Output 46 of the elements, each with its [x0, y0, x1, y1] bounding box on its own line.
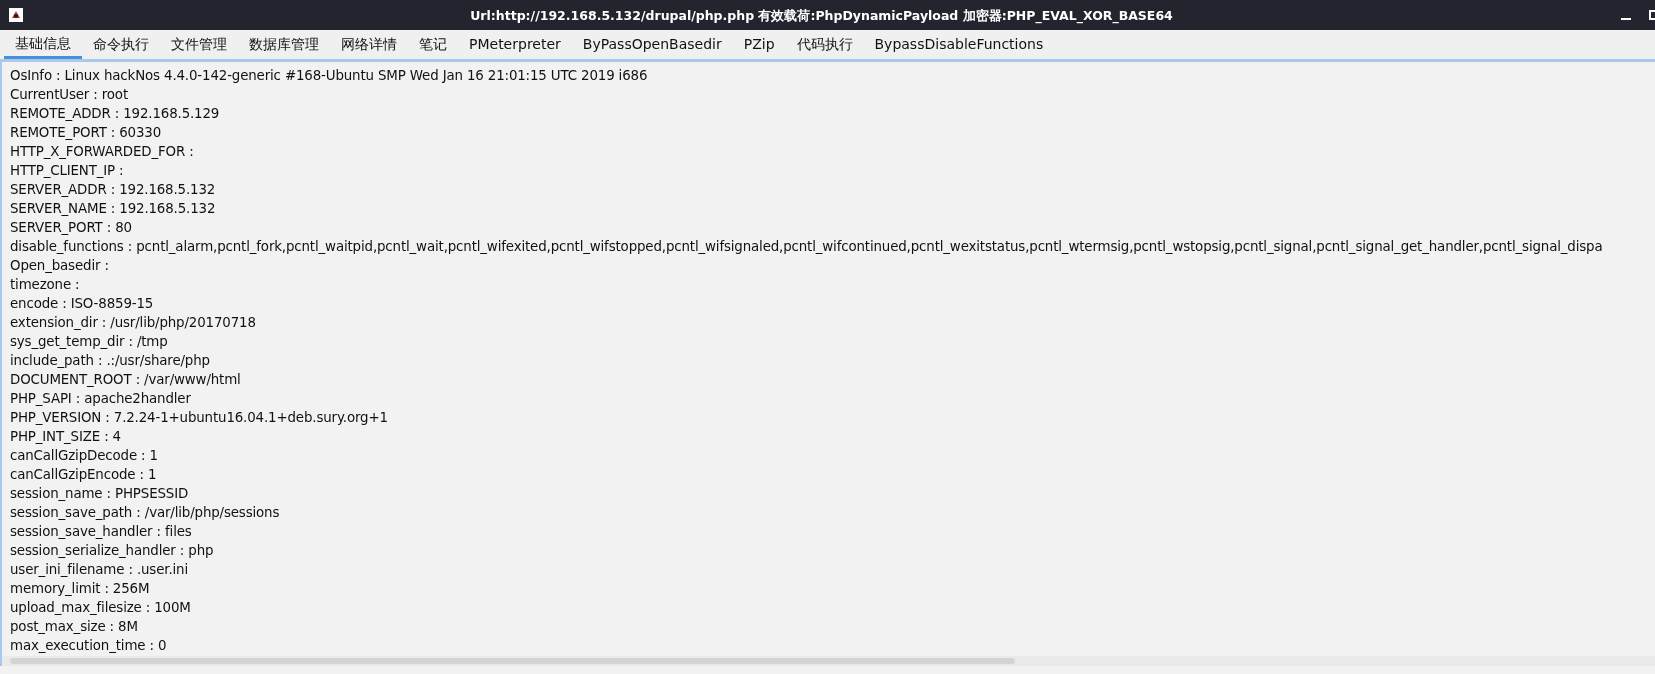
info-line: canCallGzipEncode : 1: [10, 467, 157, 482]
tab[interactable]: 文件管理: [160, 30, 238, 59]
info-line: max_execution_time : 0: [10, 638, 167, 653]
info-line: REMOTE_ADDR : 192.168.5.129: [10, 106, 220, 121]
info-line: extension_dir : /usr/lib/php/20170718: [10, 315, 256, 330]
info-line: HTTP_CLIENT_IP :: [10, 163, 124, 178]
info-line: session_save_path : /var/lib/php/sessions: [10, 505, 280, 520]
info-line: PHP_SAPI : apache2handler: [10, 391, 191, 406]
info-line: session_name : PHPSESSID: [10, 486, 189, 501]
tab[interactable]: 网络详情: [330, 30, 408, 59]
tab[interactable]: 数据库管理: [238, 30, 330, 59]
info-line: HTTP_X_FORWARDED_FOR :: [10, 144, 194, 159]
maximize-icon[interactable]: [1649, 8, 1655, 22]
info-line: SERVER_NAME : 192.168.5.132: [10, 201, 216, 216]
info-line: CurrentUser : root: [10, 87, 128, 102]
tab[interactable]: 代码执行: [785, 30, 864, 59]
info-line: SERVER_PORT : 80: [10, 220, 132, 235]
info-line: timezone :: [10, 277, 80, 292]
window-title: Url:http://192.168.5.132/drupal/php.php 有效载荷:PhpDynamicPayload 加密器:PHP_EVAL_XOR_BASE64: [470, 8, 1173, 23]
tab[interactable]: 笔记: [408, 30, 458, 59]
info-line: include_path : .:/usr/share/php: [10, 353, 210, 368]
info-line: OsInfo : Linux hackNos 4.4.0-142-generic #168-Ubuntu SMP Wed Jan 16 21:01:15 UTC 2019 i686: [10, 68, 648, 83]
info-line: PHP_VERSION : 7.2.24-1+ubuntu16.04.1+deb.sury.org+1: [10, 410, 388, 425]
info-line: session_save_handler : files: [10, 524, 192, 539]
info-line: SERVER_ADDR : 192.168.5.132: [10, 182, 216, 197]
tab[interactable]: PMeterpreter: [458, 30, 572, 59]
info-line: DOCUMENT_ROOT : /var/www/html: [10, 372, 241, 387]
info-line: upload_max_filesize : 100M: [10, 600, 191, 615]
info-line: user_ini_filename : .user.ini: [10, 562, 188, 577]
info-line: post_max_size : 8M: [10, 619, 138, 634]
info-line: sys_get_temp_dir : /tmp: [10, 334, 168, 349]
app-icon: [8, 7, 24, 23]
info-line: Open_basedir :: [10, 258, 109, 273]
info-line: memory_limit : 256M: [10, 581, 150, 596]
info-line: PHP_INT_SIZE : 4: [10, 429, 121, 444]
info-line: REMOTE_PORT : 60330: [10, 125, 162, 140]
info-line: disable_functions : pcntl_alarm,pcntl_fork,pcntl_waitpid,pcntl_wait,pcntl_wifexited,pcntl_wifstopped,pcntl_wifsignaled,pcntl_wifcontinued,pcntl_wexitstatus,pcntl_wtermsig,pcntl_wstopsig,pcntl_signal,pcntl_signal_get_handler,pcntl_signal_dispa: [10, 239, 1603, 254]
tab[interactable]: 基础信息: [4, 30, 82, 59]
tab[interactable]: PZip: [732, 30, 786, 59]
tab[interactable]: 命令执行: [82, 30, 160, 59]
horizontal-scrollbar[interactable]: [2, 656, 1655, 666]
info-line: encode : ISO-8859-15: [10, 296, 154, 311]
info-line: canCallGzipDecode : 1: [10, 448, 158, 463]
tab[interactable]: BypassDisableFunctions: [863, 30, 1055, 59]
tab[interactable]: ByPassOpenBasedir: [571, 30, 733, 59]
info-line: session_serialize_handler : php: [10, 543, 214, 558]
